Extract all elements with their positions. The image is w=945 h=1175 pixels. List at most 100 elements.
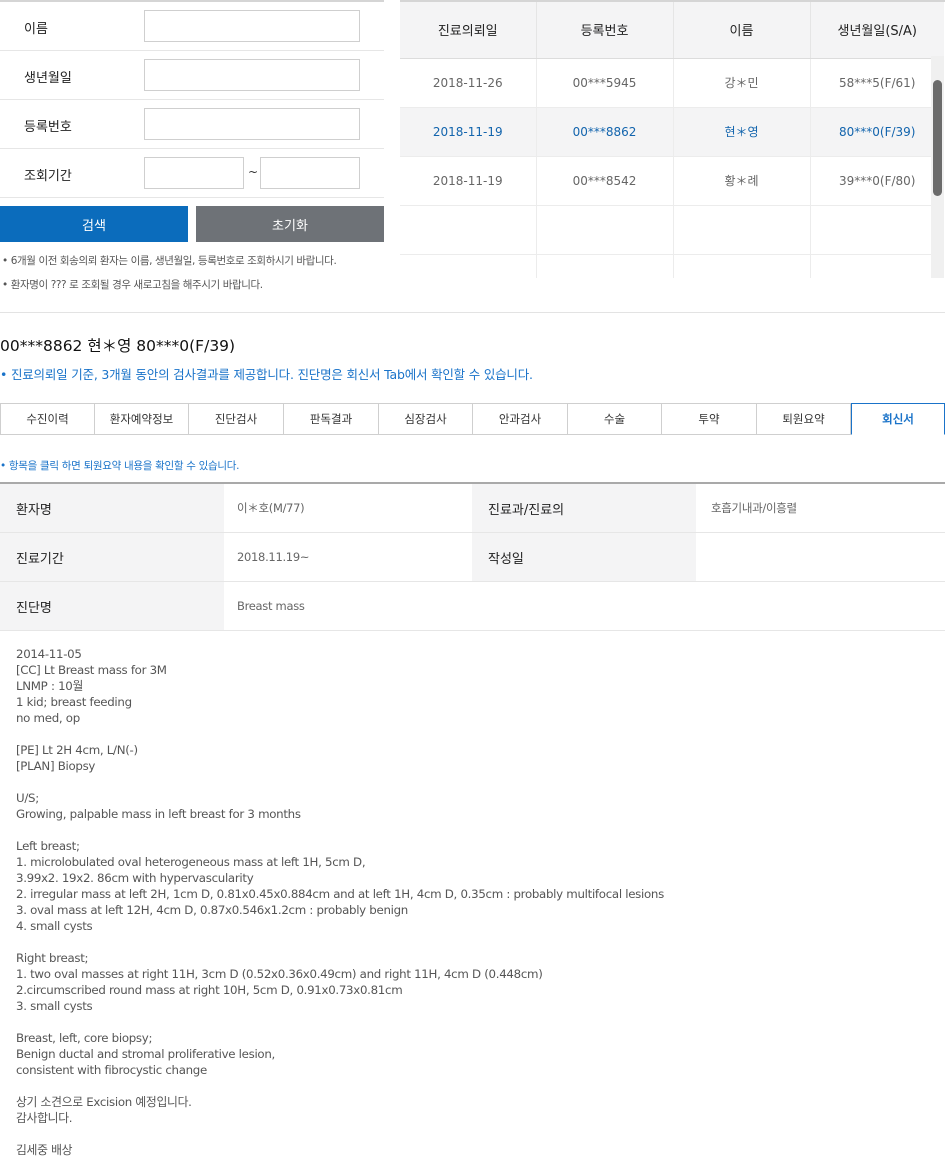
reg-number-input[interactable] — [144, 108, 360, 140]
tab-visit-history[interactable]: 수진이력 — [0, 403, 95, 435]
name-label: 이름 — [24, 22, 48, 37]
cell-reg-number[interactable]: 00***8542 — [536, 156, 674, 206]
letter-line — [16, 774, 936, 790]
cell-referral-date[interactable]: 2018-11-19 — [400, 107, 537, 157]
cell-birth[interactable]: 39***0(F/80) — [810, 156, 944, 206]
treatment-period-label: 진료기간 — [0, 533, 224, 581]
period-start-input[interactable] — [144, 157, 244, 189]
cell-name[interactable]: 현＊영 — [673, 107, 811, 157]
dept-value: 호흡기내과/이흥렬 — [711, 501, 797, 515]
letter-line: Breast, left, core biopsy; — [16, 1031, 153, 1045]
search-note-2: • 환자명이 ??? 로 조회될 경우 새로고침을 해주시기 바랍니다. — [2, 279, 263, 291]
table-row-selected[interactable]: 2018-11-19 00***8862 현＊영 80***0(F/39) — [400, 107, 944, 157]
tab-eye-test[interactable]: 안과검사 — [473, 403, 568, 435]
period-label: 조회기간 — [24, 169, 72, 184]
letter-line — [16, 726, 936, 742]
letter-line: [CC] Lt Breast mass for 3M — [16, 663, 167, 677]
diagnosis-value: Breast mass — [237, 599, 305, 613]
period-row: 조회기간 ~ — [0, 149, 384, 198]
empty-cell — [810, 205, 944, 255]
letter-line: 3. small cysts — [16, 999, 93, 1013]
letter-line: 1. two oval masses at right 11H, 3cm D (… — [16, 967, 543, 981]
search-button[interactable]: 검색 — [0, 206, 188, 242]
letter-line: 상기 소견으로 Excision 예정입니다. — [16, 1095, 192, 1109]
reg-label: 등록번호 — [24, 120, 72, 135]
cell-birth[interactable]: 58***5(F/61) — [810, 58, 944, 108]
reset-button[interactable]: 초기화 — [196, 206, 384, 242]
tab-surgery[interactable]: 수술 — [568, 403, 662, 435]
empty-row — [400, 254, 944, 278]
letter-line: [PE] Lt 2H 4cm, L/N(-) — [16, 743, 138, 757]
summary-row: 진단명 Breast mass — [0, 582, 945, 631]
tab-discharge-summary[interactable]: 퇴원요약 — [757, 403, 851, 435]
letter-line: Right breast; — [16, 951, 89, 965]
empty-row — [400, 205, 944, 255]
section-divider — [0, 312, 945, 313]
letter-line: 3. oval mass at left 12H, 4cm D, 0.87x0.… — [16, 903, 408, 917]
letter-line: Growing, palpable mass in left breast fo… — [16, 807, 301, 821]
header-reg-number[interactable]: 등록번호 — [536, 2, 674, 59]
cell-referral-date[interactable]: 2018-11-26 — [400, 58, 537, 108]
letter-line: no med, op — [16, 711, 80, 725]
cell-reg-number[interactable]: 00***5945 — [536, 58, 674, 108]
reg-row: 등록번호 — [0, 100, 384, 149]
tab-lab-test[interactable]: 진단검사 — [189, 403, 284, 435]
empty-cell — [400, 254, 537, 278]
letter-line: consistent with fibrocystic change — [16, 1063, 207, 1077]
written-date-value — [711, 533, 941, 581]
empty-cell — [400, 205, 537, 255]
cell-reg-number[interactable]: 00***8862 — [536, 107, 674, 157]
result-table: 진료의뢰일 등록번호 이름 생년월일(S/A) 2018-11-26 00***… — [400, 2, 944, 278]
dept-label: 진료과/진료의 — [472, 484, 696, 532]
written-date-label: 작성일 — [472, 533, 696, 581]
letter-line — [16, 1078, 936, 1094]
empty-cell — [673, 205, 811, 255]
letter-line: 감사합니다. — [16, 1111, 73, 1125]
patient-name-value: 이＊호(M/77) — [237, 501, 305, 515]
tab-reply-letter[interactable]: 회신서 — [851, 403, 945, 435]
table-row[interactable]: 2018-11-19 00***8542 황＊례 39***0(F/80) — [400, 156, 944, 206]
tab-medication[interactable]: 투약 — [662, 403, 757, 435]
click-notice: • 항목을 클릭 하면 퇴원요약 내용을 확인할 수 있습니다. — [0, 460, 240, 472]
letter-line: 1 kid; breast feeding — [16, 695, 132, 709]
birth-label: 생년월일 — [24, 71, 72, 86]
search-note-1: • 6개월 이전 회송의뢰 환자는 이름, 생년월일, 등록번호로 조회하시기 … — [2, 255, 337, 267]
reply-summary-table: 환자명 이＊호(M/77) 진료과/진료의 호흡기내과/이흥렬 진료기간 201… — [0, 482, 945, 631]
search-panel: 이름 생년월일 등록번호 조회기간 ~ 검색 초기화 • 6개월 이전 회송의뢰… — [0, 0, 384, 300]
letter-line: LNMP : 10월 — [16, 679, 84, 693]
table-row[interactable]: 2018-11-26 00***5945 강＊민 58***5(F/61) — [400, 58, 944, 108]
letter-line: 3.99x2. 19x2. 86cm with hypervascularity — [16, 871, 254, 885]
summary-row: 환자명 이＊호(M/77) 진료과/진료의 호흡기내과/이흥렬 — [0, 484, 945, 533]
patient-name-label: 환자명 — [0, 484, 224, 532]
treatment-period-value: 2018.11.19~ — [237, 550, 310, 564]
name-row: 이름 — [0, 2, 384, 51]
patient-title: 00***8862 현＊영 80***0(F/39) — [0, 337, 236, 355]
letter-line: 2. irregular mass at left 2H, 1cm D, 0.8… — [16, 887, 664, 901]
letter-line — [16, 1014, 936, 1030]
name-input[interactable] — [144, 10, 360, 42]
empty-cell — [536, 254, 674, 278]
period-end-input[interactable] — [260, 157, 360, 189]
reply-letter-body: 2014-11-05 [CC] Lt Breast mass for 3M LNMP… — [16, 646, 936, 1158]
letter-line — [16, 822, 936, 838]
letter-line: 2014-11-05 — [16, 647, 82, 661]
cell-birth[interactable]: 80***0(F/39) — [810, 107, 944, 157]
cell-name[interactable]: 황＊례 — [673, 156, 811, 206]
period-separator: ~ — [248, 165, 259, 179]
result-scrollbar-thumb[interactable] — [933, 80, 942, 196]
header-birth[interactable]: 생년월일(S/A) — [810, 2, 944, 59]
letter-line: Benign ductal and stromal proliferative … — [16, 1047, 275, 1061]
letter-line: Left breast; — [16, 839, 80, 853]
letter-line: 김세중 배상 — [16, 1143, 73, 1157]
birth-input[interactable] — [144, 59, 360, 91]
header-name[interactable]: 이름 — [673, 2, 811, 59]
cell-name[interactable]: 강＊민 — [673, 58, 811, 108]
tab-cardiac-test[interactable]: 심장검사 — [379, 403, 473, 435]
tab-reservation[interactable]: 환자예약정보 — [95, 403, 189, 435]
cell-referral-date[interactable]: 2018-11-19 — [400, 156, 537, 206]
tab-reading-result[interactable]: 판독결과 — [284, 403, 379, 435]
header-referral-date[interactable]: 진료의뢰일 — [400, 2, 537, 59]
letter-line: 1. microlobulated oval heterogeneous mas… — [16, 855, 366, 869]
letter-line: 2.circumscribed round mass at right 10H,… — [16, 983, 403, 997]
letter-line: U/S; — [16, 791, 39, 805]
